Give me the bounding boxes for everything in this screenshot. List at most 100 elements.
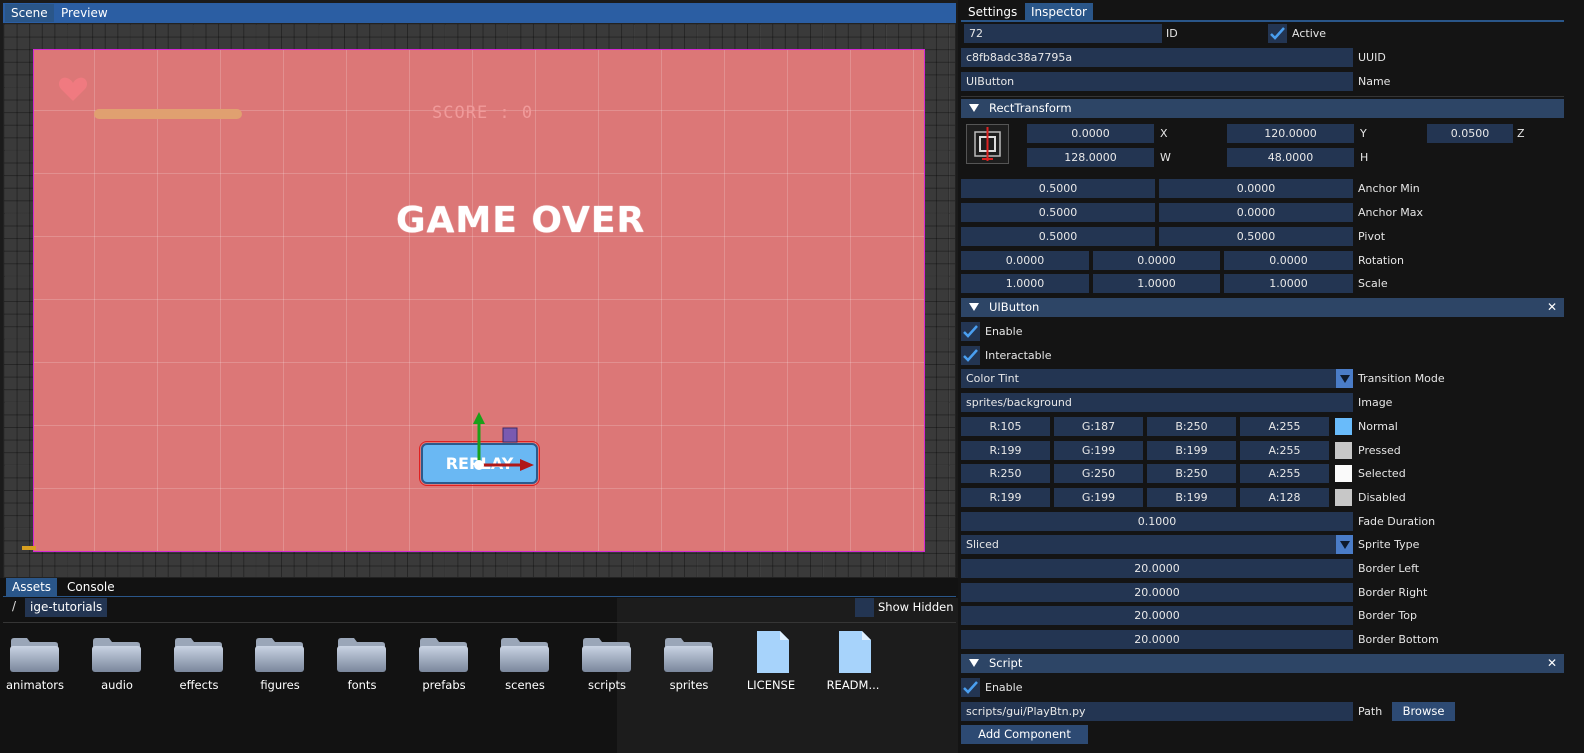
color-swatch[interactable] xyxy=(1335,418,1352,435)
browse-button[interactable]: Browse xyxy=(1392,702,1455,721)
asset-name: figures xyxy=(260,678,300,692)
name-field[interactable]: UIButton xyxy=(961,72,1353,91)
pos-x-label: X xyxy=(1160,127,1168,140)
color-b-field[interactable]: B:199 xyxy=(1147,488,1236,507)
fade-duration-field[interactable]: 0.1000 xyxy=(961,512,1353,531)
color-b-field[interactable]: B:199 xyxy=(1147,441,1236,460)
color-state-label: Pressed xyxy=(1358,444,1401,457)
scene-viewport[interactable]: SCORE : 0 GAME OVER REPLAY xyxy=(3,23,956,578)
color-swatch[interactable] xyxy=(1335,465,1352,482)
rotation-z[interactable]: 0.0000 xyxy=(1224,251,1353,270)
color-swatch[interactable] xyxy=(1335,489,1352,506)
anchor-min-x[interactable]: 0.5000 xyxy=(961,179,1155,198)
tab-console[interactable]: Console xyxy=(61,578,121,596)
uibutton-enable-checkbox[interactable] xyxy=(961,322,980,341)
border-right-field[interactable]: 20.0000 xyxy=(961,583,1353,602)
pos-z-label: Z xyxy=(1517,127,1525,140)
tab-scene[interactable]: Scene xyxy=(5,4,54,22)
script-header[interactable]: Script ✕ xyxy=(961,654,1564,673)
interactable-checkbox[interactable] xyxy=(961,346,980,365)
folder-icon xyxy=(10,638,59,672)
uibutton-header[interactable]: UIButton ✕ xyxy=(961,298,1564,317)
border-top-field[interactable]: 20.0000 xyxy=(961,606,1353,625)
asset-name: READM... xyxy=(826,678,880,692)
script-enable-checkbox[interactable] xyxy=(961,678,980,697)
recttransform-header[interactable]: RectTransform xyxy=(961,99,1564,118)
color-g-field[interactable]: G:250 xyxy=(1054,464,1143,483)
move-gizmo[interactable] xyxy=(470,410,536,474)
active-checkbox[interactable] xyxy=(1268,24,1287,43)
color-swatch[interactable] xyxy=(1335,442,1352,459)
color-a-field[interactable]: A:255 xyxy=(1240,417,1329,436)
asset-folder[interactable]: animators xyxy=(0,628,70,693)
collapse-icon xyxy=(969,103,979,112)
scale-z[interactable]: 1.0000 xyxy=(1224,274,1353,293)
height-field[interactable]: 48.0000 xyxy=(1227,148,1354,167)
tab-inspector[interactable]: Inspector xyxy=(1025,3,1093,21)
scale-y[interactable]: 1.0000 xyxy=(1093,274,1220,293)
color-b-field[interactable]: B:250 xyxy=(1147,464,1236,483)
show-hidden-checkbox[interactable] xyxy=(855,598,874,617)
color-r-field[interactable]: R:105 xyxy=(961,417,1050,436)
tab-settings[interactable]: Settings xyxy=(962,3,1023,21)
remove-component-icon[interactable]: ✕ xyxy=(1547,298,1557,317)
path-current[interactable]: ige-tutorials xyxy=(25,598,108,617)
add-component-button[interactable]: Add Component xyxy=(961,725,1088,744)
border-bottom-field[interactable]: 20.0000 xyxy=(961,630,1353,649)
pos-y-field[interactable]: 120.0000 xyxy=(1227,124,1354,143)
color-g-field[interactable]: G:199 xyxy=(1054,441,1143,460)
pivot-y[interactable]: 0.5000 xyxy=(1159,227,1353,246)
pos-z-field[interactable]: 0.0500 xyxy=(1427,124,1513,143)
sprite-type-select[interactable]: Sliced xyxy=(961,535,1353,554)
asset-folder[interactable]: scenes xyxy=(490,628,560,693)
color-r-field[interactable]: R:199 xyxy=(961,441,1050,460)
asset-folder[interactable]: prefabs xyxy=(409,628,479,693)
asset-name: effects xyxy=(179,678,219,692)
check-icon xyxy=(963,681,978,694)
rotation-x[interactable]: 0.0000 xyxy=(961,251,1089,270)
heart-icon xyxy=(58,77,88,101)
folder-icon xyxy=(582,638,631,672)
color-g-field[interactable]: G:199 xyxy=(1054,488,1143,507)
color-r-field[interactable]: R:250 xyxy=(961,464,1050,483)
asset-folder[interactable]: effects xyxy=(164,628,234,693)
color-a-field[interactable]: A:255 xyxy=(1240,464,1329,483)
rotation-y[interactable]: 0.0000 xyxy=(1093,251,1220,270)
tab-assets[interactable]: Assets xyxy=(6,578,58,596)
uuid-field[interactable]: c8fb8adc38a7795a xyxy=(961,48,1353,67)
border-left-field[interactable]: 20.0000 xyxy=(961,559,1353,578)
asset-file[interactable]: LICENSE xyxy=(736,628,806,693)
tab-preview[interactable]: Preview xyxy=(55,4,114,22)
anchor-max-x[interactable]: 0.5000 xyxy=(961,203,1155,222)
anchor-max-y[interactable]: 0.0000 xyxy=(1159,203,1353,222)
pos-x-field[interactable]: 0.0000 xyxy=(1027,124,1154,143)
asset-folder[interactable]: scripts xyxy=(572,628,642,693)
id-field[interactable]: 72 xyxy=(964,24,1162,43)
color-a-field[interactable]: A:128 xyxy=(1240,488,1329,507)
check-icon xyxy=(1270,27,1285,40)
script-path-field[interactable]: scripts/gui/PlayBtn.py xyxy=(961,702,1353,721)
color-b-field[interactable]: B:250 xyxy=(1147,417,1236,436)
transition-mode-select[interactable]: Color Tint xyxy=(961,369,1353,388)
pivot-label: Pivot xyxy=(1358,230,1386,243)
pivot-x[interactable]: 0.5000 xyxy=(961,227,1155,246)
asset-folder[interactable]: fonts xyxy=(327,628,397,693)
image-field[interactable]: sprites/background xyxy=(961,393,1353,412)
color-g-field[interactable]: G:187 xyxy=(1054,417,1143,436)
asset-folder[interactable]: sprites xyxy=(654,628,724,693)
asset-folder[interactable]: figures xyxy=(245,628,315,693)
color-r-field[interactable]: R:199 xyxy=(961,488,1050,507)
border-top-label: Border Top xyxy=(1358,609,1417,622)
width-field[interactable]: 128.0000 xyxy=(1027,148,1154,167)
folder-icon xyxy=(664,638,713,672)
anchor-preset-button[interactable] xyxy=(966,124,1009,164)
scale-x[interactable]: 1.0000 xyxy=(961,274,1089,293)
asset-file[interactable]: READM... xyxy=(818,628,888,693)
game-canvas[interactable]: SCORE : 0 GAME OVER REPLAY xyxy=(33,49,925,552)
remove-component-icon[interactable]: ✕ xyxy=(1547,654,1557,673)
path-root[interactable]: / xyxy=(12,599,16,613)
asset-folder[interactable]: audio xyxy=(82,628,152,693)
anchor-min-y[interactable]: 0.0000 xyxy=(1159,179,1353,198)
id-label: ID xyxy=(1166,27,1178,40)
color-a-field[interactable]: A:255 xyxy=(1240,441,1329,460)
